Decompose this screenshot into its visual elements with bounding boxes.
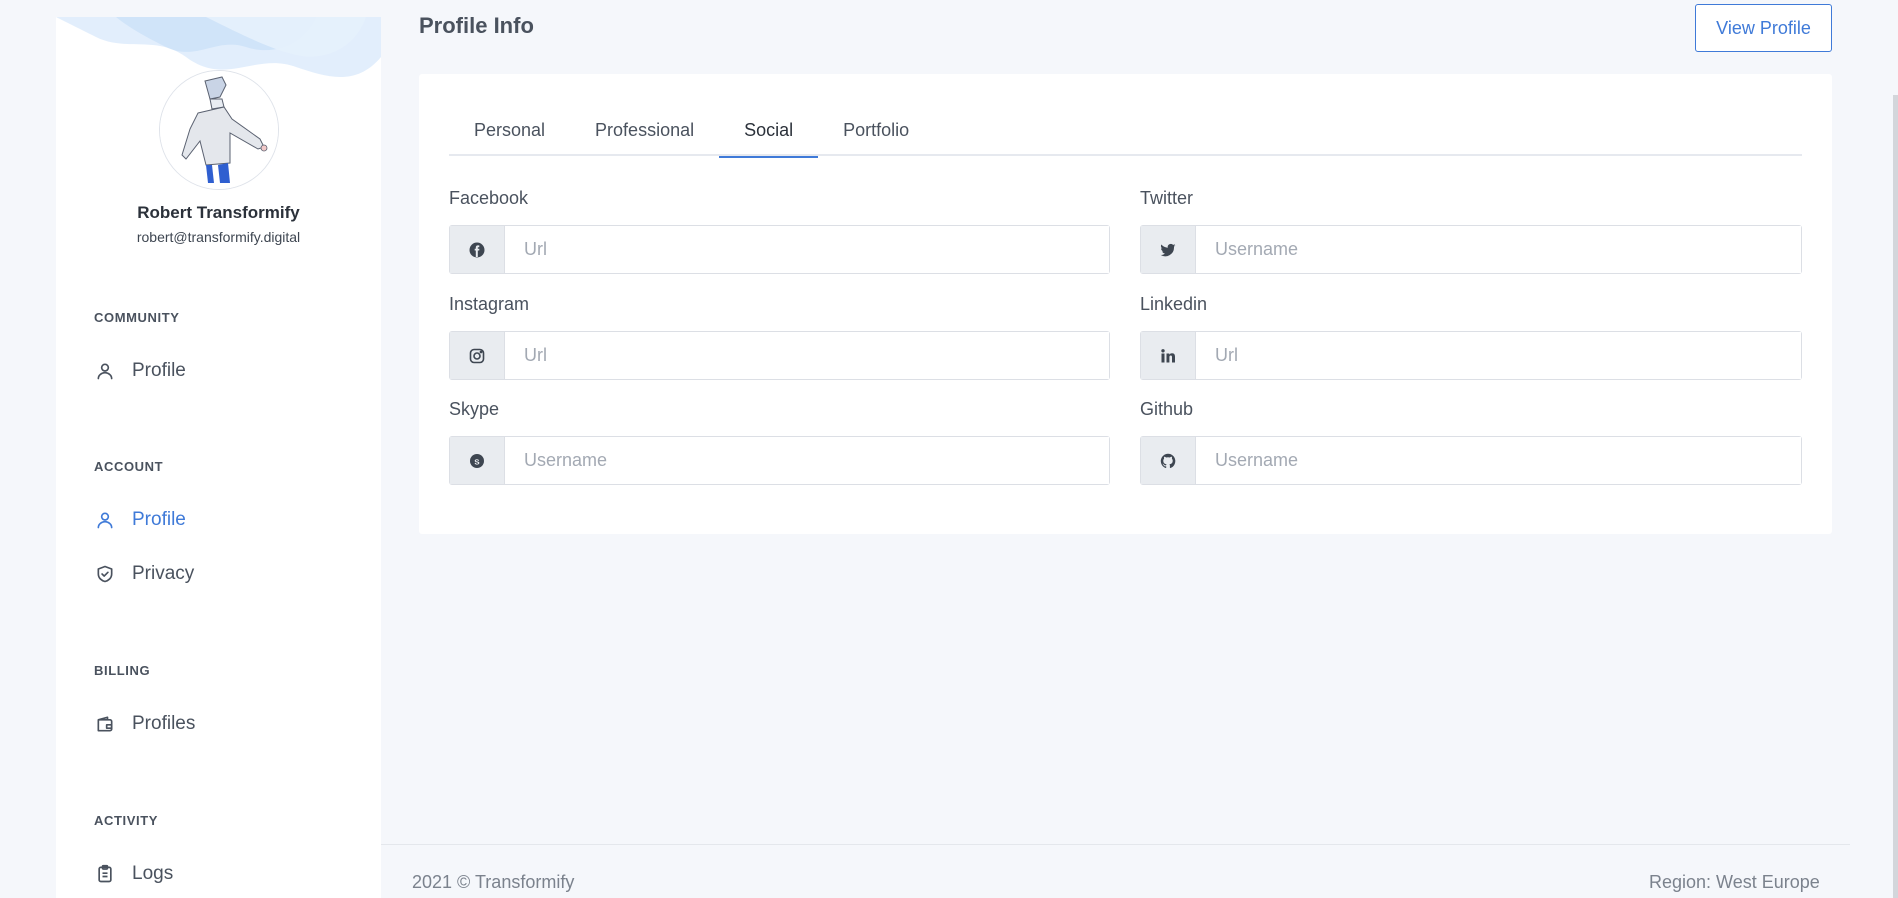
section-title-activity: ACTIVITY xyxy=(94,813,159,828)
facebook-label: Facebook xyxy=(449,188,529,208)
clipboard-icon xyxy=(94,863,116,885)
github-field: Github xyxy=(1140,399,1802,485)
github-icon xyxy=(1141,437,1196,484)
tab-professional[interactable]: Professional xyxy=(570,104,719,156)
user-email: robert@transformify.digital xyxy=(136,229,301,245)
sidebar-item-label: Privacy xyxy=(132,563,195,584)
twitter-icon xyxy=(1141,226,1196,273)
facebook-url-input[interactable] xyxy=(505,226,1109,273)
tab-personal[interactable]: Personal xyxy=(449,104,570,156)
sidebar-item-logs[interactable]: Logs xyxy=(94,859,173,889)
footer-copyright: 2021 © Transformify xyxy=(412,872,575,892)
linkedin-icon xyxy=(1141,332,1196,379)
twitter-label: Twitter xyxy=(1140,188,1194,208)
sidebar-item-label: Profiles xyxy=(132,713,196,734)
footer-divider xyxy=(381,844,1850,845)
user-name: Robert Transformify xyxy=(137,203,300,222)
skype-field: Skype xyxy=(449,399,1110,485)
wallet-icon xyxy=(94,713,116,735)
sidebar-item-account-profile[interactable]: Profile xyxy=(94,505,186,535)
view-profile-button[interactable]: View Profile xyxy=(1695,4,1832,52)
section-title-community: COMMUNITY xyxy=(94,310,180,325)
user-icon xyxy=(94,360,116,382)
avatar-illustration xyxy=(160,71,278,189)
facebook-field: Facebook xyxy=(449,188,1110,274)
linkedin-input-group xyxy=(1140,331,1802,380)
profile-tabs: Personal Professional Social Portfolio xyxy=(449,104,1802,158)
skype-username-input[interactable] xyxy=(505,437,1109,484)
skype-label: Skype xyxy=(449,399,500,419)
sidebar-item-label: Profile xyxy=(132,360,186,381)
tab-social[interactable]: Social xyxy=(719,104,819,158)
github-input-group xyxy=(1140,436,1802,485)
sidebar: Robert Transformify robert@transformify.… xyxy=(56,17,381,898)
page-scrollbar[interactable] xyxy=(1893,95,1898,898)
shield-check-icon xyxy=(94,563,116,585)
linkedin-url-input[interactable] xyxy=(1196,332,1801,379)
facebook-icon xyxy=(450,226,505,273)
instagram-input-group xyxy=(449,331,1110,380)
instagram-url-input[interactable] xyxy=(505,332,1109,379)
user-icon xyxy=(94,509,116,531)
github-username-input[interactable] xyxy=(1196,437,1801,484)
sidebar-item-profiles[interactable]: Profiles xyxy=(94,709,195,739)
sidebar-item-label: Logs xyxy=(132,863,174,884)
instagram-icon xyxy=(450,332,505,379)
instagram-label: Instagram xyxy=(449,294,530,314)
tab-portfolio[interactable]: Portfolio xyxy=(818,104,934,156)
profile-info-card: Personal Professional Social Portfolio F… xyxy=(419,74,1832,534)
twitter-input-group xyxy=(1140,225,1802,274)
github-label: Github xyxy=(1140,399,1194,419)
skype-icon xyxy=(450,437,505,484)
linkedin-field: Linkedin xyxy=(1140,294,1802,380)
section-title-account: ACCOUNT xyxy=(94,459,164,474)
footer-region: Region: West Europe xyxy=(1649,872,1820,892)
page-title: Profile Info xyxy=(419,13,534,38)
avatar[interactable] xyxy=(159,70,279,190)
sidebar-item-community-profile[interactable]: Profile xyxy=(94,356,186,386)
linkedin-label: Linkedin xyxy=(1140,294,1208,314)
facebook-input-group xyxy=(449,225,1110,274)
twitter-username-input[interactable] xyxy=(1196,226,1801,273)
skype-input-group xyxy=(449,436,1110,485)
section-title-billing: BILLING xyxy=(94,663,151,678)
sidebar-item-privacy[interactable]: Privacy xyxy=(94,559,194,589)
instagram-field: Instagram xyxy=(449,294,1110,380)
twitter-field: Twitter xyxy=(1140,188,1802,274)
sidebar-item-label: Profile xyxy=(132,509,186,530)
